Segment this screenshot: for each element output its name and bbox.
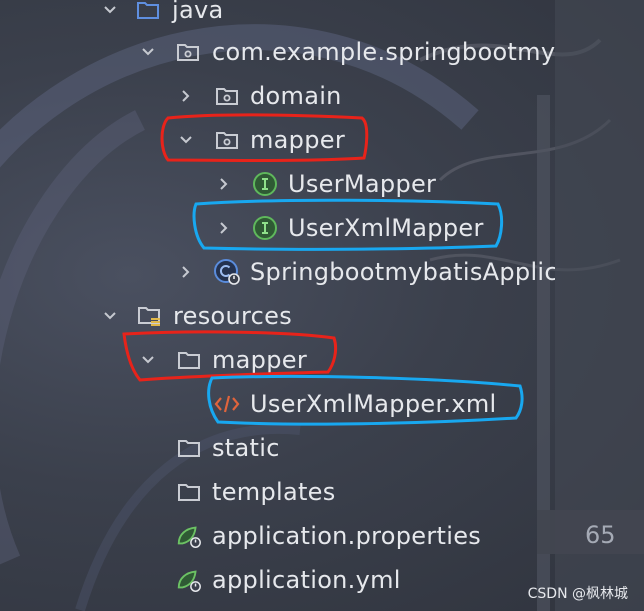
tree-item-java[interactable]: java [0,0,555,32]
package-icon [174,38,202,66]
project-tree: java com.example.springbootmy domain map… [0,0,555,611]
tree-item-mapper-folder[interactable]: mapper [0,338,555,382]
resources-folder-icon [136,302,164,330]
tree-item-label: SpringbootmybatisApplic [250,258,555,286]
xml-file-icon [213,390,241,418]
tree-item-userxmlmapper[interactable]: UserXmlMapper [0,206,555,250]
chevron-down-icon[interactable] [175,129,197,151]
tree-item-label: domain [250,82,342,110]
folder-icon [175,434,203,462]
tree-item-label: resources [173,302,293,330]
chevron-right-icon[interactable] [175,261,197,283]
package-icon [213,82,241,110]
tree-item-templates[interactable]: templates [0,470,555,514]
tree-item-label: application.properties [212,522,482,550]
chevron-down-icon[interactable] [99,305,121,327]
tree-item-application-properties[interactable]: application.properties [0,514,555,558]
tree-item-label: UserXmlMapper.xml [250,390,497,418]
spring-config-file-icon [175,522,203,550]
chevron-down-icon[interactable] [137,41,159,63]
spring-boot-class-icon [213,258,241,286]
tree-item-label: static [212,434,280,462]
tree-item-label: java [172,0,224,24]
spring-config-file-icon [175,566,203,594]
interface-icon [251,214,279,242]
tree-item-label: mapper [212,346,307,374]
tree-item-label: templates [212,478,336,506]
line-number: 65 [585,521,616,549]
tree-item-label: com.example.springbootmy [212,38,555,66]
tree-item-label: UserXmlMapper [288,214,484,242]
tree-item-label: application.yml [212,566,401,594]
tree-item-userxmlmapper-xml[interactable]: UserXmlMapper.xml [0,382,555,426]
chevron-right-icon[interactable] [175,85,197,107]
folder-icon [175,478,203,506]
interface-icon [251,170,279,198]
tree-item-springbootmybatis-application[interactable]: SpringbootmybatisApplic [0,250,555,294]
chevron-right-icon[interactable] [213,173,235,195]
chevron-down-icon[interactable] [99,0,121,21]
package-icon [213,126,241,154]
tree-item-static[interactable]: static [0,426,555,470]
tree-item-mapper-package[interactable]: mapper [0,118,555,162]
tree-item-domain[interactable]: domain [0,74,555,118]
source-folder-icon [134,0,162,24]
chevron-right-icon[interactable] [213,217,235,239]
folder-icon [175,346,203,374]
tree-item-label: mapper [250,126,345,154]
tree-item-label: UserMapper [288,170,437,198]
tree-item-usermapper[interactable]: UserMapper [0,162,555,206]
tree-item-resources[interactable]: resources [0,294,555,338]
chevron-down-icon[interactable] [137,349,159,371]
watermark: CSDN @枫林城 [527,586,628,602]
tree-item-package-root[interactable]: com.example.springbootmy [0,30,555,74]
tree-item-application-yml[interactable]: application.yml [0,558,555,602]
